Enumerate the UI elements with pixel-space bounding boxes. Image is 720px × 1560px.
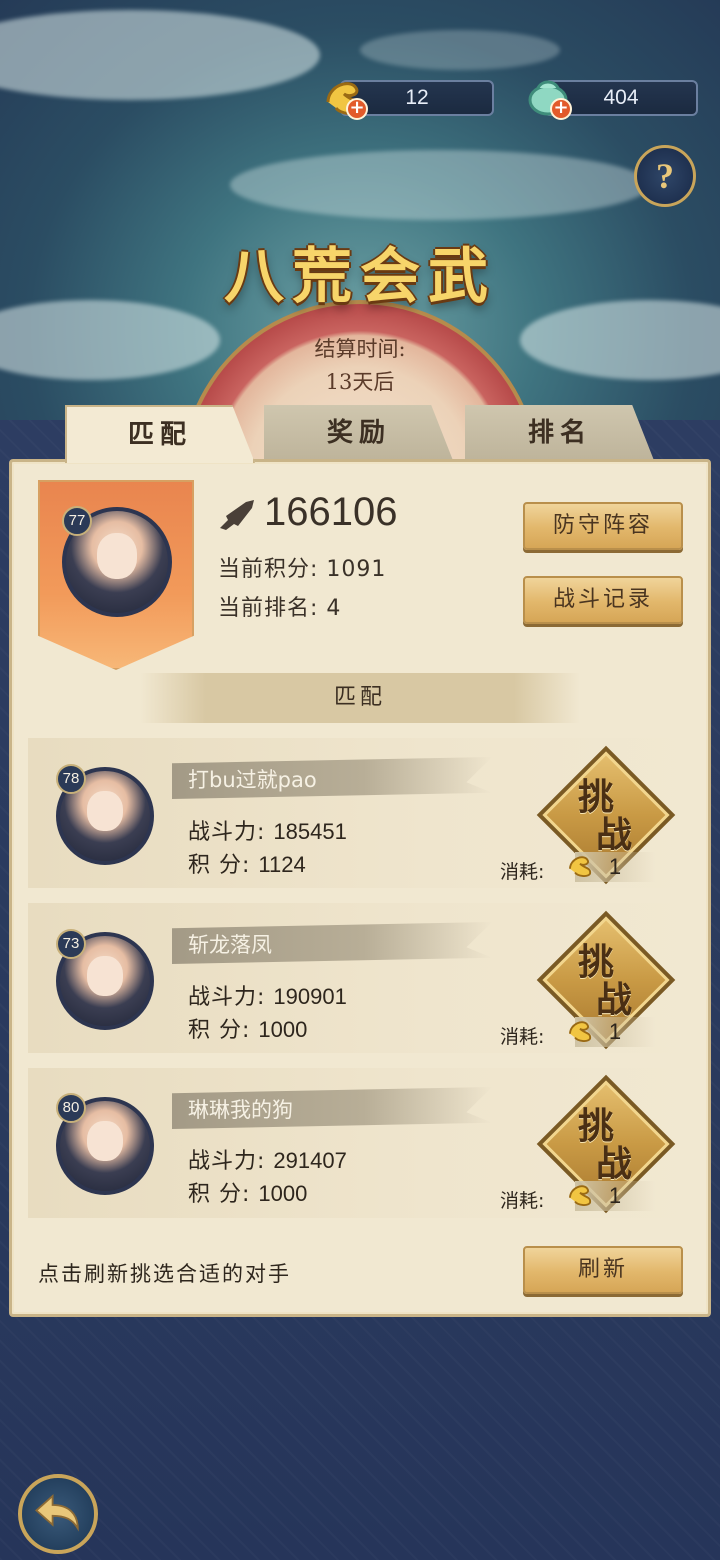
player-power-value: 166106 (264, 490, 398, 534)
defense-lineup-button[interactable]: 防守阵容 (523, 502, 683, 550)
page-title: 八荒会武 (224, 242, 496, 312)
cost-label: 消耗: (500, 861, 545, 883)
avatar-face (87, 1120, 123, 1162)
cost-label: 消耗: (500, 1190, 545, 1212)
sword-icon (220, 500, 254, 530)
challenge-char-2: 战 (595, 979, 632, 1021)
opponent-power: 战斗力: 190901 (188, 979, 347, 1011)
challenge-label[interactable]: 挑战 (550, 1107, 660, 1183)
help-button[interactable]: ? (634, 145, 696, 207)
power-value: 291407 (273, 1148, 347, 1173)
refresh-button[interactable]: 刷新 (523, 1246, 683, 1294)
avatar-face (87, 790, 123, 832)
avatar-face (96, 533, 138, 580)
power-label: 战斗力: (188, 985, 266, 1010)
opponent-level-badge: 73 (56, 929, 86, 959)
challenge-char-1: 挑 (577, 941, 614, 983)
score-value: 1000 (258, 1017, 308, 1042)
player-rank: 当前排名: 4 (218, 596, 342, 621)
back-arrow-icon (35, 1493, 79, 1532)
opponent-level-badge: 78 (56, 764, 86, 794)
power-value: 185451 (273, 819, 347, 844)
add-coin-icon[interactable]: + (346, 98, 368, 120)
player-level-badge: 77 (62, 506, 92, 536)
challenge-label[interactable]: 挑战 (550, 778, 660, 854)
avatar-face (87, 955, 123, 997)
refresh-hint: 点击刷新挑选合适的对手 (38, 1262, 291, 1286)
cloud-decoration (230, 150, 650, 220)
cost-label: 消耗: (500, 1026, 545, 1048)
power-label: 战斗力: (188, 820, 266, 845)
score-label: 积 分: (188, 1182, 251, 1207)
opponent-score: 积 分: 1000 (188, 1176, 307, 1208)
dragon-coin-icon (569, 856, 592, 877)
opponent-power: 战斗力: 185451 (188, 814, 347, 846)
opponent-power: 战斗力: 291407 (188, 1143, 347, 1175)
challenge-label[interactable]: 挑战 (550, 943, 660, 1019)
power-label: 战斗力: (188, 1149, 266, 1174)
opponent-name: 琳琳我的狗 (188, 1098, 293, 1122)
cloud-decoration (0, 10, 320, 100)
challenge-char-1: 挑 (577, 1105, 614, 1147)
opponent-name: 打bu过就pao (188, 768, 317, 792)
score-label: 积 分: (188, 1018, 251, 1043)
tab-match[interactable]: 匹配 (65, 405, 255, 463)
settlement-label: 结算时间: (314, 337, 406, 361)
power-value: 190901 (273, 984, 347, 1009)
score-value: 1000 (258, 1181, 308, 1206)
dragon-coin-icon (569, 1185, 592, 1206)
cloud-decoration (360, 30, 560, 70)
opponent-name: 斩龙落凤 (188, 933, 272, 957)
back-button[interactable] (18, 1474, 98, 1554)
challenge-char-1: 挑 (577, 776, 614, 818)
battle-log-button[interactable]: 战斗记录 (523, 576, 683, 624)
challenge-char-2: 战 (595, 1143, 632, 1185)
opponent-score: 积 分: 1000 (188, 1012, 307, 1044)
match-section-header: 匹配 (140, 673, 580, 723)
opponent-score: 积 分: 1124 (188, 847, 306, 879)
tab-rewards[interactable]: 奖励 (264, 405, 454, 463)
add-gem-icon[interactable]: + (550, 98, 572, 120)
score-label: 积 分: (188, 853, 251, 878)
opponent-level-badge: 80 (56, 1093, 86, 1123)
settlement-value: 13天后 (325, 370, 395, 394)
dragon-coin-icon (569, 1021, 592, 1042)
tab-ranking[interactable]: 排名 (465, 405, 655, 463)
player-score: 当前积分: 1091 (218, 557, 387, 582)
challenge-char-2: 战 (595, 814, 632, 856)
score-value: 1124 (258, 852, 306, 877)
